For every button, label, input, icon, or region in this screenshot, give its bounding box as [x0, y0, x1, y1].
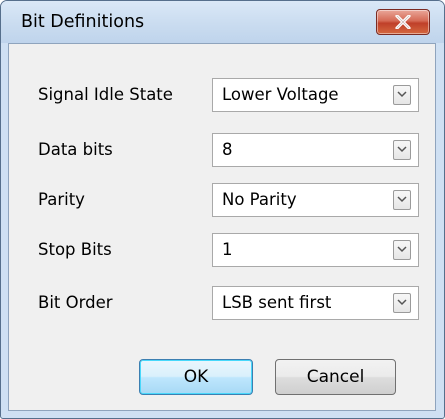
title-bar[interactable]: Bit Definitions: [1, 1, 444, 43]
chevron-down-icon: [397, 146, 407, 153]
ok-button[interactable]: OK: [139, 359, 253, 395]
stop-bits-label: Stop Bits: [38, 240, 112, 259]
stop-bits-value: 1: [222, 240, 233, 259]
chevron-down-icon: [397, 196, 407, 203]
signal-idle-state-dropdown-button[interactable]: [393, 85, 411, 105]
close-button[interactable]: [376, 9, 430, 35]
data-bits-label: Data bits: [38, 140, 113, 159]
bit-order-select[interactable]: LSB sent first: [212, 286, 419, 320]
bit-order-dropdown-button[interactable]: [393, 293, 411, 313]
data-bits-dropdown-button[interactable]: [393, 140, 411, 160]
bit-definitions-dialog: Bit Definitions Signal Idle State Lower …: [0, 0, 445, 419]
data-bits-value: 8: [222, 140, 233, 159]
chevron-down-icon: [397, 299, 407, 306]
close-icon: [395, 15, 411, 29]
cancel-button[interactable]: Cancel: [275, 359, 396, 395]
parity-select[interactable]: No Parity: [212, 183, 419, 217]
parity-value: No Parity: [222, 190, 297, 209]
dialog-title: Bit Definitions: [21, 12, 145, 32]
stop-bits-dropdown-button[interactable]: [393, 240, 411, 260]
dialog-body: Signal Idle State Lower Voltage Data bit…: [8, 43, 436, 411]
bit-order-label: Bit Order: [38, 293, 113, 312]
chevron-down-icon: [397, 91, 407, 98]
signal-idle-state-label: Signal Idle State: [38, 85, 173, 104]
signal-idle-state-select[interactable]: Lower Voltage: [212, 78, 419, 112]
signal-idle-state-value: Lower Voltage: [222, 85, 339, 104]
stop-bits-select[interactable]: 1: [212, 233, 419, 267]
chevron-down-icon: [397, 246, 407, 253]
parity-dropdown-button[interactable]: [393, 190, 411, 210]
data-bits-select[interactable]: 8: [212, 133, 419, 167]
bit-order-value: LSB sent first: [222, 293, 332, 312]
parity-label: Parity: [38, 190, 85, 209]
